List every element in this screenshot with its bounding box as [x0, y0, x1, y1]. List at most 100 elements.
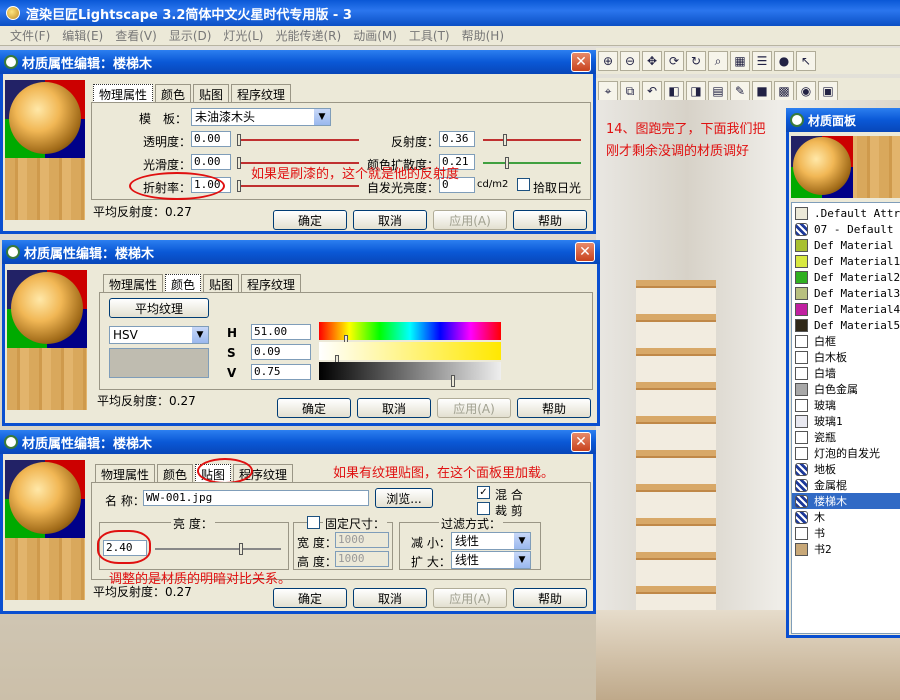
v-gradient[interactable] — [319, 362, 501, 387]
s-field[interactable]: 0.09 — [251, 344, 311, 360]
pan-icon[interactable]: ✥ — [642, 51, 662, 71]
swatch-icon[interactable]: ■ — [752, 81, 772, 101]
chevron-down-icon[interactable]: ▼ — [192, 327, 208, 343]
copy-icon[interactable]: ⧉ — [620, 81, 640, 101]
wand-icon[interactable]: ✎ — [730, 81, 750, 101]
material-list-item[interactable]: 瓷瓶 — [792, 429, 900, 445]
h-field[interactable]: 51.00 — [251, 324, 311, 340]
material-list-item[interactable]: 灯泡的自发光 — [792, 445, 900, 461]
material-list-item[interactable]: 木 — [792, 509, 900, 525]
cursor-icon[interactable]: ↖ — [796, 51, 816, 71]
material-icon[interactable]: ▦ — [730, 51, 750, 71]
brightness-slider[interactable] — [155, 543, 281, 555]
material-list-item[interactable]: Def Material5 — [792, 317, 900, 333]
slider-thumb[interactable] — [503, 134, 507, 146]
close-button[interactable]: ✕ — [571, 52, 591, 72]
menu-animation[interactable]: 动画(M) — [347, 27, 403, 44]
smoothness-field[interactable]: 0.00 — [191, 154, 231, 170]
menu-light[interactable]: 灯光(L) — [217, 27, 269, 44]
menu-edit[interactable]: 编辑(E) — [56, 27, 109, 44]
menu-view[interactable]: 查看(V) — [109, 27, 163, 44]
chevron-down-icon[interactable]: ▼ — [314, 109, 330, 125]
rotate-icon[interactable]: ⟳ — [664, 51, 684, 71]
avg-texture-button[interactable]: 平均纹理 — [109, 298, 209, 318]
help-button[interactable]: 帮助 — [517, 398, 591, 418]
v-field[interactable]: 0.75 — [251, 364, 311, 380]
material-list-item[interactable]: 金属棍 — [792, 477, 900, 493]
render-icon[interactable]: ◉ — [796, 81, 816, 101]
menu-radiosity[interactable]: 光能传递(R) — [269, 27, 347, 44]
slider-thumb[interactable] — [451, 375, 455, 387]
pick-daylight-checkbox[interactable] — [517, 178, 530, 191]
material-list-item[interactable]: .Default Attr — [792, 205, 900, 221]
grid-icon[interactable]: ▤ — [708, 81, 728, 101]
browse-button[interactable]: 浏览... — [375, 488, 433, 508]
material-list-item[interactable]: 白色金属 — [792, 381, 900, 397]
material-list-item[interactable]: 书2 — [792, 541, 900, 557]
menu-help[interactable]: 帮助(H) — [456, 27, 510, 44]
zoom-window-icon[interactable]: ⌕ — [708, 51, 728, 71]
close-button[interactable]: ✕ — [571, 432, 591, 452]
fixed-size-checkbox[interactable] — [307, 516, 320, 529]
material-list-item[interactable]: 玻璃 — [792, 397, 900, 413]
material-list-item[interactable]: Def Material — [792, 237, 900, 253]
aim-icon[interactable]: ⌖ — [598, 81, 618, 101]
colorspace-select[interactable]: HSV ▼ — [109, 326, 209, 344]
help-button[interactable]: 帮助 — [513, 588, 587, 608]
material-list-item[interactable]: Def Material4 — [792, 301, 900, 317]
slider-thumb[interactable] — [239, 543, 243, 555]
slider-thumb[interactable] — [237, 157, 241, 169]
material-list-item[interactable]: Def Material1 — [792, 253, 900, 269]
close-button[interactable]: ✕ — [575, 242, 595, 262]
material-list-item[interactable]: 书 — [792, 525, 900, 541]
camera-icon[interactable]: ▣ — [818, 81, 838, 101]
cancel-button[interactable]: 取消 — [353, 588, 427, 608]
material-list-item[interactable]: 地板 — [792, 461, 900, 477]
cube-icon[interactable]: ◧ — [664, 81, 684, 101]
transparency-slider[interactable] — [237, 134, 359, 146]
material-list-item[interactable]: Def Material3 — [792, 285, 900, 301]
material-list-item[interactable]: 白框 — [792, 333, 900, 349]
menu-display[interactable]: 显示(D) — [163, 27, 218, 44]
s-gradient[interactable] — [319, 342, 501, 367]
h-gradient[interactable] — [319, 322, 501, 347]
ok-button[interactable]: 确定 — [277, 398, 351, 418]
color-bleed-slider[interactable] — [483, 157, 581, 169]
min-filter-select[interactable]: 线性 ▼ — [451, 532, 531, 550]
cancel-button[interactable]: 取消 — [357, 398, 431, 418]
cube2-icon[interactable]: ◨ — [686, 81, 706, 101]
blend-checkbox[interactable]: ✓ — [477, 486, 490, 499]
orbit-icon[interactable]: ↻ — [686, 51, 706, 71]
slider-thumb[interactable] — [505, 157, 509, 169]
chevron-down-icon[interactable]: ▼ — [514, 552, 530, 568]
ok-button[interactable]: 确定 — [273, 210, 347, 230]
menu-file[interactable]: 文件(F) — [4, 27, 56, 44]
material-list-item[interactable]: 白墙 — [792, 365, 900, 381]
material-list-item[interactable]: Def Material2 — [792, 269, 900, 285]
name-field[interactable]: WW-001.jpg — [143, 490, 369, 506]
template-select[interactable]: 未油漆木头 ▼ — [191, 108, 331, 126]
layer-icon[interactable]: ☰ — [752, 51, 772, 71]
undo-icon[interactable]: ↶ — [642, 81, 662, 101]
material-list-item[interactable]: 玻璃1 — [792, 413, 900, 429]
ok-button[interactable]: 确定 — [273, 588, 347, 608]
slider-thumb[interactable] — [237, 134, 241, 146]
material-list-item[interactable]: 白木板 — [792, 349, 900, 365]
texture-icon[interactable]: ▩ — [774, 81, 794, 101]
menu-tools[interactable]: 工具(T) — [403, 27, 456, 44]
sphere-icon[interactable]: ● — [774, 51, 794, 71]
material-list-item[interactable]: 07 - Default — [792, 221, 900, 237]
mag-filter-select[interactable]: 线性 ▼ — [451, 551, 531, 569]
chevron-down-icon[interactable]: ▼ — [514, 533, 530, 549]
material-list-item[interactable]: 楼梯木 — [792, 493, 900, 509]
transparency-field[interactable]: 0.00 — [191, 131, 231, 147]
zoom-icon[interactable]: ⊕ — [598, 51, 618, 71]
refraction-slider[interactable] — [237, 180, 359, 192]
help-button[interactable]: 帮助 — [513, 210, 587, 230]
reflectance-field[interactable]: 0.36 — [439, 131, 475, 147]
reflectance-slider[interactable] — [483, 134, 581, 146]
zoom-out-icon[interactable]: ⊖ — [620, 51, 640, 71]
cancel-button[interactable]: 取消 — [353, 210, 427, 230]
slider-thumb[interactable] — [237, 180, 241, 192]
crop-checkbox[interactable] — [477, 502, 490, 515]
